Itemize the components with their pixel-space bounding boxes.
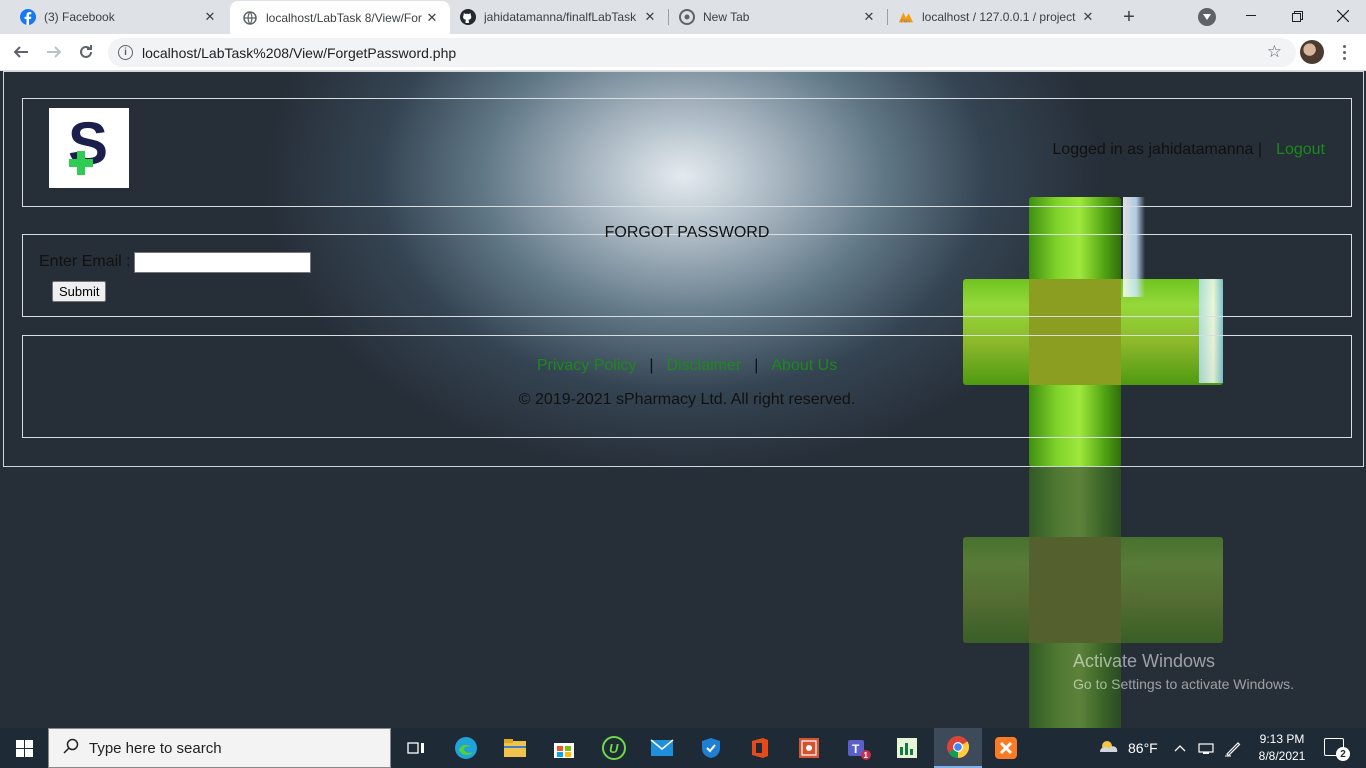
security-shield-icon[interactable] (697, 734, 725, 762)
tab-phpmyadmin[interactable]: PMA localhost / 127.0.0.1 / project ✕ (888, 0, 1106, 34)
tab-title: localhost/LabTask 8/View/For (266, 10, 422, 25)
forward-icon[interactable] (42, 40, 66, 64)
tab-title: (3) Facebook (44, 10, 115, 24)
facebook-icon (20, 9, 36, 25)
watermark-subtitle: Go to Settings to activate Windows. (1073, 676, 1294, 692)
close-window-icon[interactable] (1320, 0, 1366, 32)
about-us-link[interactable]: About Us (771, 357, 837, 374)
search-icon (63, 738, 79, 759)
bookmark-star-icon[interactable]: ☆ (1267, 42, 1282, 62)
weather-icon (1098, 738, 1120, 759)
login-status: Logged in as jahidatamanna | Logout (1052, 141, 1325, 159)
tab-forget-password[interactable]: localhost/LabTask 8/View/For ✕ (230, 1, 450, 34)
reload-icon[interactable] (74, 40, 98, 64)
page-viewport: S Logged in as jahidatamanna | Logout FOR… (0, 71, 1366, 728)
svg-text:PMA: PMA (901, 18, 911, 23)
header: S Logged in as jahidatamanna | Logout (22, 98, 1352, 207)
logged-in-text: Logged in as jahidatamanna | (1052, 141, 1263, 158)
tab-strip: (3) Facebook ✕ localhost/LabTask 8/View/… (0, 0, 1366, 34)
github-icon (460, 9, 476, 25)
chrome-taskbar-button[interactable] (934, 728, 982, 768)
email-label: Enter Email : (39, 253, 131, 270)
notification-badge: 2 (1336, 747, 1350, 761)
start-button[interactable] (0, 728, 48, 768)
restore-icon[interactable] (1274, 0, 1320, 32)
network-icon[interactable] (1198, 728, 1214, 768)
close-tab-icon[interactable]: ✕ (642, 9, 658, 25)
office-icon[interactable] (746, 734, 774, 762)
watermark-title: Activate Windows (1073, 651, 1216, 671)
weather-widget[interactable]: 86°F (1098, 728, 1158, 768)
pen-icon[interactable] (1224, 728, 1242, 768)
notification-center-icon[interactable]: 2 (1324, 738, 1350, 761)
teams-badge: 1 (864, 751, 869, 760)
browser-menu-icon[interactable] (1334, 40, 1354, 64)
chrome-taskbar-icon (946, 735, 970, 764)
privacy-policy-link[interactable]: Privacy Policy (537, 357, 637, 374)
tab-title: jahidatamanna/finalfLabTask (484, 10, 637, 24)
clock-time: 9:13 PM (1259, 732, 1305, 746)
footer-links: Privacy Policy | Disclaimer | About Us (23, 357, 1351, 375)
show-hidden-icons[interactable] (1174, 728, 1186, 768)
close-tab-icon[interactable]: ✕ (202, 9, 218, 25)
clock-date: 8/8/2021 (1258, 749, 1306, 763)
globe-icon (242, 10, 258, 26)
close-tab-icon[interactable]: ✕ (1080, 9, 1096, 25)
profile-avatar[interactable] (1300, 40, 1324, 64)
info-icon[interactable]: i (118, 45, 133, 60)
tab-github[interactable]: jahidatamanna/finalfLabTask ✕ (450, 0, 668, 34)
svg-text:U: U (609, 741, 619, 756)
edge-icon[interactable] (452, 734, 480, 762)
page-container: S Logged in as jahidatamanna | Logout FOR… (3, 71, 1364, 467)
mail-icon[interactable] (648, 734, 676, 762)
copyright-text: © 2019-2021 sPharmacy Ltd. All right res… (518, 391, 856, 408)
svg-text:T: T (852, 742, 860, 756)
chrome-icon (679, 9, 695, 25)
submit-button[interactable]: Submit (52, 281, 107, 302)
footer-separator: | (649, 357, 654, 374)
browser-toolbar: i localhost/LabTask%208/View/ForgetPassw… (0, 34, 1366, 71)
file-explorer-icon[interactable] (501, 734, 529, 762)
store-icon[interactable] (550, 734, 578, 762)
form-legend: FORGOT PASSWORD (604, 224, 770, 241)
new-tab-icon[interactable]: + (1117, 5, 1141, 29)
xampp-icon[interactable] (992, 734, 1020, 762)
disclaimer-link[interactable]: Disclaimer (667, 357, 742, 374)
address-bar[interactable]: i localhost/LabTask%208/View/ForgetPassw… (108, 38, 1296, 67)
forgot-password-form: FORGOT PASSWORD Enter Email : Submit (22, 224, 1352, 317)
email-field[interactable] (134, 252, 311, 273)
footer-separator: | (754, 357, 759, 374)
minimize-icon[interactable] (1228, 0, 1274, 32)
tab-new-tab[interactable]: New Tab ✕ (669, 0, 887, 34)
close-tab-icon[interactable]: ✕ (424, 10, 440, 26)
system-clock[interactable]: 9:13 PM 8/8/2021 (1252, 731, 1312, 765)
temperature: 86°F (1128, 740, 1158, 756)
close-tab-icon[interactable]: ✕ (861, 9, 877, 25)
phpmyadmin-icon: PMA (898, 9, 914, 25)
taskbar-search[interactable]: Type here to search (48, 728, 391, 768)
tab-title: localhost / 127.0.0.1 / project (922, 10, 1076, 24)
upwork-icon[interactable]: U (600, 734, 628, 762)
chevron-up-icon (1174, 745, 1186, 752)
task-view-icon[interactable] (402, 734, 430, 762)
tab-facebook[interactable]: (3) Facebook ✕ (0, 0, 228, 34)
search-placeholder: Type here to search (89, 739, 222, 757)
teams-icon[interactable]: T1 (844, 734, 872, 762)
taskbar: Type here to search U T1 86°F 9:13 PM 8/… (0, 728, 1366, 768)
url-text[interactable]: localhost/LabTask%208/View/ForgetPasswor… (142, 45, 456, 61)
tab-search-icon[interactable] (1198, 8, 1216, 26)
footer: Privacy Policy | Disclaimer | About Us © 201… (22, 335, 1352, 438)
powerpoint-icon[interactable] (795, 734, 823, 762)
tab-title: New Tab (703, 10, 750, 24)
excel-chart-icon[interactable] (893, 734, 921, 762)
windows-icon (15, 739, 33, 757)
activate-windows-watermark: Activate Windows Go to Settings to activ… (1073, 651, 1294, 692)
back-icon[interactable] (9, 40, 33, 64)
spharmacy-logo: S (49, 108, 129, 188)
logout-link[interactable]: Logout (1276, 141, 1325, 158)
